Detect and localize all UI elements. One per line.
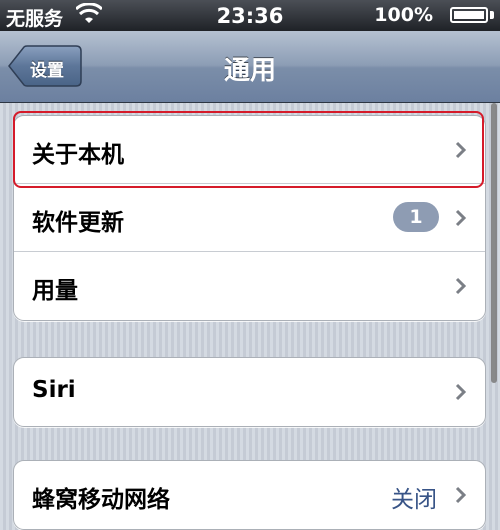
list-item-usage[interactable]: 用量 xyxy=(14,252,485,320)
navigation-bar: 设置 通用 xyxy=(0,31,500,103)
row-label: 软件更新 xyxy=(32,210,124,236)
battery-icon xyxy=(450,7,488,23)
list-item-cellular[interactable]: 蜂窝移动网络 关闭 xyxy=(14,461,485,529)
scrollbar[interactable] xyxy=(491,103,497,383)
status-bar: 无服务 23:36 100% xyxy=(0,0,500,31)
settings-group-cellular: 蜂窝移动网络 关闭 xyxy=(13,460,486,530)
list-item-software-update[interactable]: 软件更新 1 xyxy=(14,184,485,252)
highlight-box xyxy=(13,111,484,188)
row-label: Siri xyxy=(32,377,76,403)
battery-tip xyxy=(490,11,494,19)
page-title: 通用 xyxy=(223,56,276,86)
battery-percentage: 100% xyxy=(374,4,433,26)
list-item-siri[interactable]: Siri xyxy=(14,358,485,426)
chevron-right-icon xyxy=(455,486,467,508)
chevron-right-icon xyxy=(455,383,467,405)
cellular-status-value: 关闭 xyxy=(391,487,437,513)
chevron-right-icon xyxy=(455,209,467,231)
chevron-right-icon xyxy=(455,277,467,299)
row-label: 用量 xyxy=(32,278,78,304)
row-label: 蜂窝移动网络 xyxy=(32,487,170,513)
settings-group-siri: Siri xyxy=(13,357,486,427)
update-count-badge: 1 xyxy=(393,202,439,232)
